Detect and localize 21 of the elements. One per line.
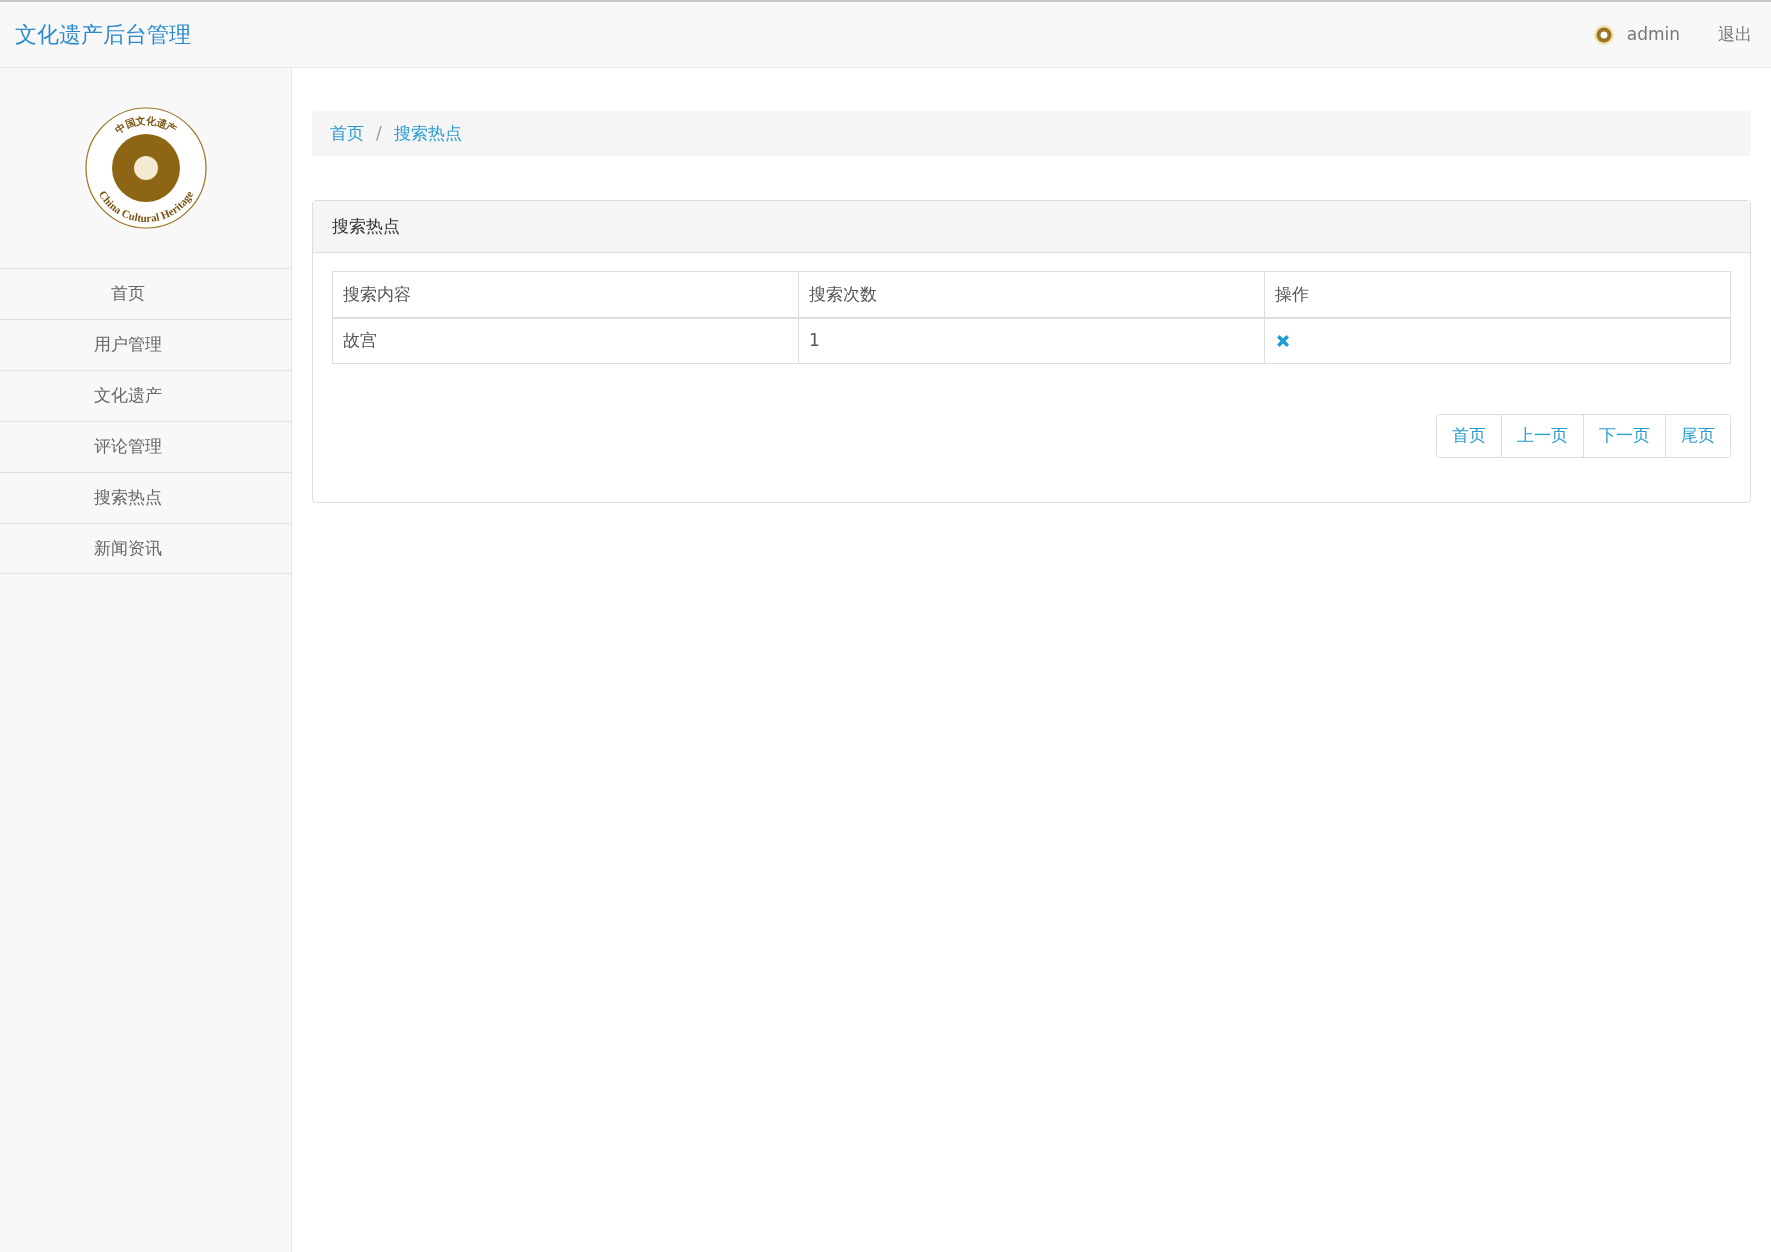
table-header-cell: 搜索次数	[798, 271, 1265, 318]
breadcrumb-link[interactable]: 搜索热点	[393, 120, 462, 147]
table-cell: 1	[798, 317, 1265, 364]
sidebar-item[interactable]: 评论管理	[0, 421, 291, 472]
sidebar-item[interactable]: 首页	[0, 268, 291, 319]
delete-icon[interactable]	[1275, 332, 1291, 349]
sidebar-item[interactable]: 搜索热点	[0, 472, 291, 523]
panel-title: 搜索热点	[332, 214, 400, 238]
app-title[interactable]: 文化遗产后台管理	[15, 18, 191, 51]
table-header-cell: 搜索内容	[332, 271, 799, 318]
table-cell: 故宫	[332, 317, 799, 364]
breadcrumb-separator: /	[376, 121, 382, 145]
user-avatar-icon	[1592, 23, 1615, 46]
sidebar-item[interactable]: 用户管理	[0, 319, 291, 370]
logout-link[interactable]: 退出	[1718, 21, 1752, 48]
pagination-button[interactable]: 尾页	[1665, 415, 1730, 457]
user-name[interactable]: admin	[1626, 21, 1680, 48]
breadcrumb-link[interactable]: 首页	[330, 120, 364, 147]
table-header-cell: 操作	[1264, 271, 1731, 318]
sidebar-item[interactable]: 新闻资讯	[0, 523, 291, 574]
sidebar-item[interactable]: 文化遗产	[0, 370, 291, 421]
